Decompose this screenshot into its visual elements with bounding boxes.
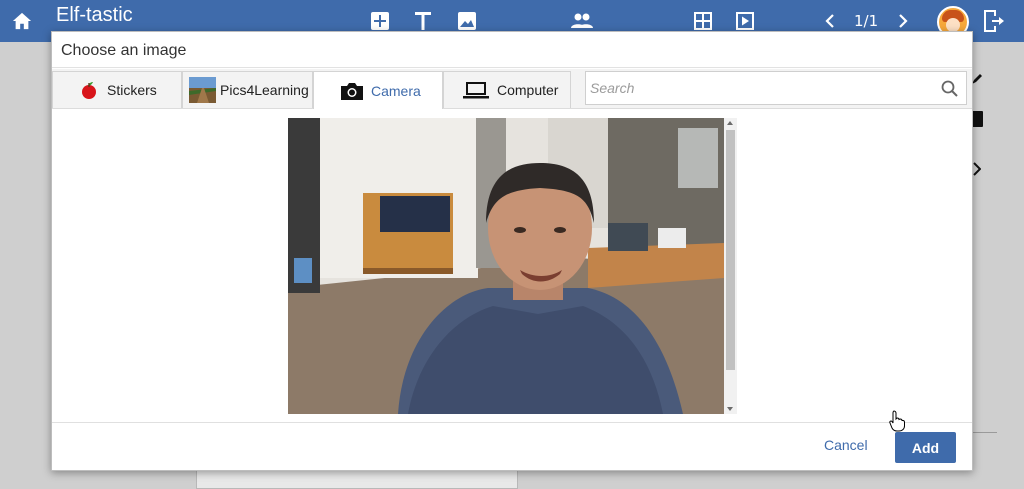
exit-icon[interactable]: [982, 0, 1006, 42]
app-title: Elf-tastic: [56, 4, 133, 26]
apple-icon: [79, 80, 99, 100]
camera-panel: [52, 109, 972, 422]
tab-label: Camera: [371, 83, 421, 99]
landscape-thumbnail-icon: [189, 77, 216, 103]
source-tabs: Stickers Pics4Learning Camera Computer: [52, 69, 972, 110]
home-icon[interactable]: [8, 0, 36, 42]
dialog-footer: Cancel Add: [52, 422, 972, 470]
scrollbar[interactable]: [724, 118, 737, 414]
dialog-header: Choose an image: [52, 32, 972, 68]
laptop-icon: [463, 81, 489, 99]
search-input[interactable]: [590, 72, 930, 104]
camera-icon: [341, 82, 363, 100]
background-page: [196, 470, 518, 489]
tab-computer[interactable]: Computer: [443, 71, 571, 108]
scrollbar-thumb[interactable]: [726, 130, 735, 370]
tab-camera[interactable]: Camera: [313, 71, 443, 110]
divider: [973, 432, 997, 433]
hand-cursor-icon: [889, 410, 905, 437]
dialog-title: Choose an image: [61, 42, 187, 59]
tab-stickers[interactable]: Stickers: [52, 71, 182, 108]
search-field[interactable]: [585, 71, 967, 105]
tab-pics4learning[interactable]: Pics4Learning: [182, 71, 313, 108]
choose-image-dialog: Choose an image Stickers Pics4Learning C…: [51, 31, 973, 471]
page-counter: 1/1: [854, 12, 879, 30]
tab-label: Stickers: [107, 82, 157, 98]
search-icon[interactable]: [941, 80, 958, 102]
tab-label: Computer: [497, 82, 559, 98]
tab-label: Pics4Learning: [220, 82, 309, 98]
camera-preview: [288, 118, 724, 414]
cancel-button[interactable]: Cancel: [824, 437, 868, 453]
